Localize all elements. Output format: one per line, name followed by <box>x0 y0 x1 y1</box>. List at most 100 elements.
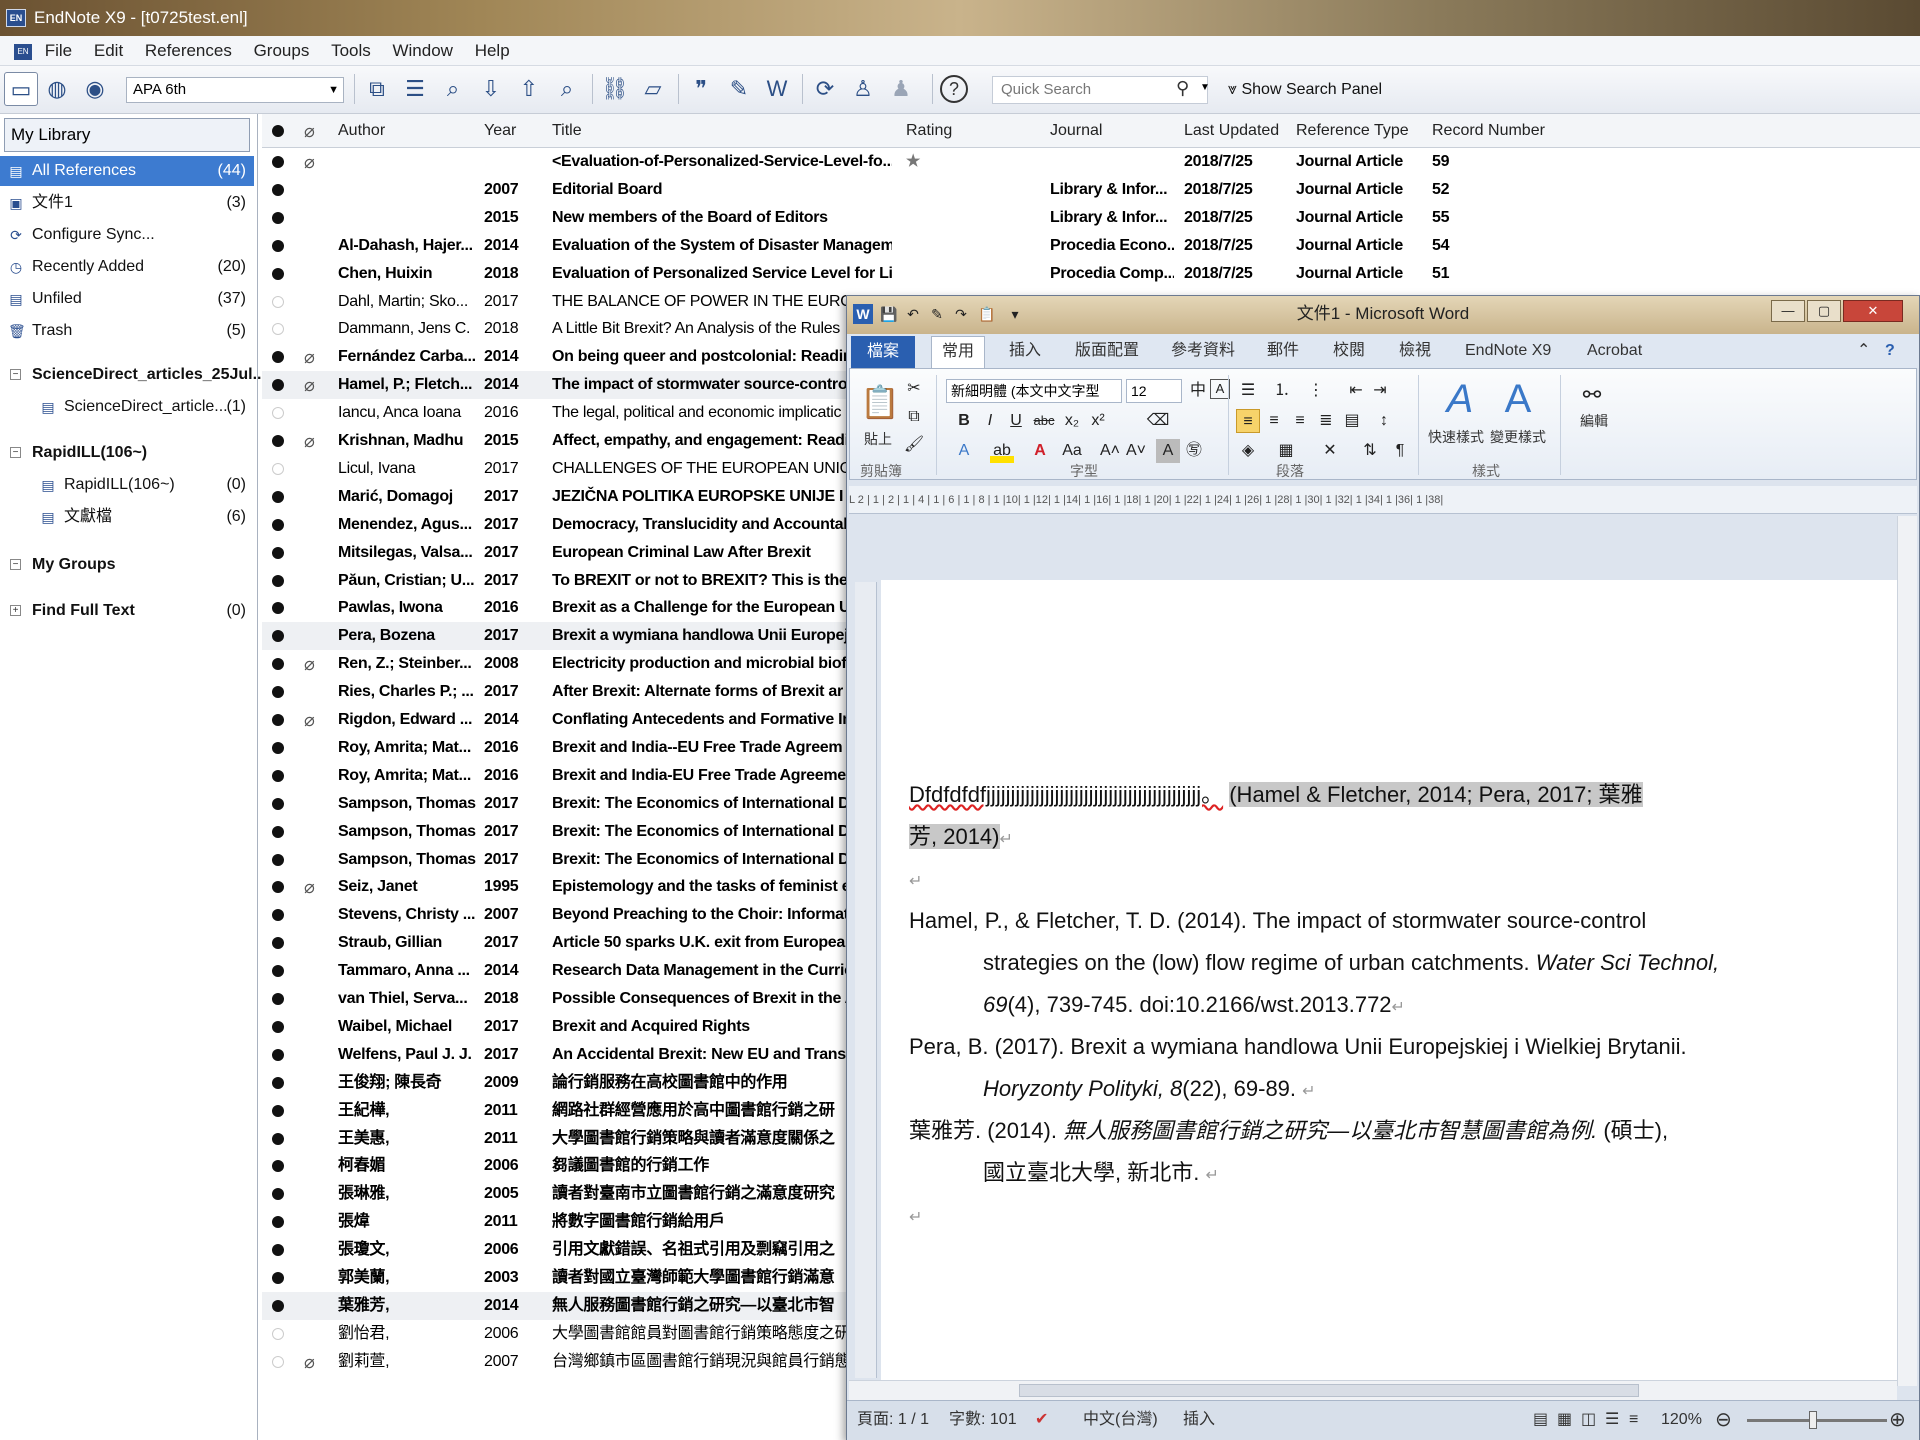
help-icon[interactable]: ? <box>1885 334 1895 368</box>
read-status-icon[interactable] <box>272 379 284 392</box>
subscript-icon[interactable]: x₂ <box>1060 409 1084 433</box>
group-set-sciencedirect[interactable]: − ScienceDirect_articles_25Jul... <box>0 360 266 390</box>
read-status-icon[interactable] <box>272 993 284 1005</box>
open-file-icon[interactable]: ▱ <box>636 72 670 106</box>
bibliography-entry-1[interactable]: Hamel, P., & Fletcher, T. D. (2014). The… <box>909 900 1646 942</box>
read-status-icon[interactable] <box>272 1327 284 1340</box>
align-right-icon[interactable]: ≡ <box>1288 409 1312 433</box>
shrink-font-icon[interactable]: A˅ <box>1124 439 1148 463</box>
copy-icon[interactable]: ⧉ <box>902 405 926 429</box>
column-last-updated[interactable]: Last Updated <box>1184 114 1279 148</box>
align-center-icon[interactable]: ≡ <box>1262 409 1286 433</box>
vertical-ruler[interactable] <box>855 582 877 1378</box>
align-left-icon[interactable]: ≡ <box>1236 409 1260 433</box>
group-recently-added[interactable]: ◷ Recently Added (20) <box>0 252 254 282</box>
menu-help[interactable]: Help <box>475 36 510 66</box>
read-status-icon[interactable] <box>272 1188 284 1201</box>
zoom-slider-thumb[interactable] <box>1809 1411 1817 1429</box>
read-status-icon[interactable] <box>272 518 284 531</box>
edit-icon[interactable]: ✎ <box>927 304 947 324</box>
undo-icon[interactable]: ↶ <box>903 304 923 324</box>
read-status-icon[interactable] <box>272 825 284 838</box>
clear-format-icon[interactable]: ⌫ <box>1146 409 1170 433</box>
attachment-icon[interactable]: ⌀ <box>304 427 315 455</box>
read-status-icon[interactable] <box>272 909 284 922</box>
maximize-icon[interactable]: ▢ <box>1807 300 1841 322</box>
group-set-my-groups[interactable]: − My Groups <box>0 550 254 580</box>
draft-icon[interactable]: ≡ <box>1629 1401 1638 1439</box>
column-author[interactable]: Author <box>338 114 385 148</box>
proofing-icon[interactable]: ✔ <box>1035 1401 1048 1439</box>
expand-icon[interactable]: + <box>10 605 21 616</box>
borders-icon[interactable]: ▦ <box>1274 439 1298 463</box>
empty-paragraph[interactable]: ↵ <box>909 1194 922 1239</box>
online-search-mode-icon[interactable]: ◍ <box>40 72 74 106</box>
attachment-icon[interactable]: ⌀ <box>304 873 315 901</box>
read-status-icon[interactable] <box>272 602 284 615</box>
multilevel-list-icon[interactable]: ⋮ <box>1304 379 1328 403</box>
endnote-menu-icon[interactable]: EN <box>14 43 32 60</box>
read-status-icon[interactable] <box>272 797 284 810</box>
zoom-out-icon[interactable]: ⊖ <box>1715 1401 1732 1439</box>
attachment-column-icon[interactable]: ⌀ <box>304 114 315 148</box>
output-style-select[interactable]: APA 6th ▼ <box>126 77 344 103</box>
web-layout-icon[interactable]: ◫ <box>1581 1401 1596 1439</box>
reference-row[interactable]: 2015 New members of the Board of Editors L… <box>262 204 1920 232</box>
read-status-icon[interactable] <box>272 295 284 308</box>
read-status-icon[interactable] <box>272 1244 284 1257</box>
read-status-icon[interactable] <box>272 965 284 978</box>
attachment-icon[interactable]: ⌀ <box>304 371 315 399</box>
word-app-icon[interactable]: W <box>853 304 873 324</box>
read-status-icon[interactable] <box>272 686 284 699</box>
attachment-icon[interactable]: ⌀ <box>304 148 315 176</box>
read-status-icon[interactable] <box>272 183 284 196</box>
bibliography-entry-2-line2[interactable]: Horyzonty Polityki, 8(22), 69-89. ↵ <box>983 1068 1316 1113</box>
help-icon[interactable]: ? <box>940 75 968 103</box>
paragraph-1-cont[interactable]: 芳, 2014)↵ <box>909 816 1013 861</box>
read-status-icon[interactable] <box>272 714 284 726</box>
menu-tools[interactable]: Tools <box>331 36 371 66</box>
read-status-icon[interactable] <box>272 574 284 587</box>
attachment-icon[interactable]: ⌀ <box>304 650 315 678</box>
vertical-scrollbar[interactable] <box>1897 516 1917 1386</box>
decrease-indent-icon[interactable]: ⇤ <box>1344 379 1368 403</box>
status-language[interactable]: 中文(台灣) <box>1083 1401 1158 1439</box>
binoculars-icon[interactable]: ⚯ <box>1580 383 1604 407</box>
strikethrough-icon[interactable]: abc <box>1032 409 1056 433</box>
group-unfiled[interactable]: ▤ Unfiled (37) <box>0 284 254 314</box>
read-status-icon[interactable] <box>272 323 284 336</box>
attachment-icon[interactable]: ⌀ <box>304 706 315 734</box>
menu-edit[interactable]: Edit <box>94 36 123 66</box>
highlight-icon[interactable]: ab <box>990 439 1014 463</box>
bullets-icon[interactable]: ☰ <box>1236 379 1260 403</box>
read-status-icon[interactable] <box>272 435 284 447</box>
char-border-icon[interactable]: A <box>1210 379 1230 399</box>
collapse-icon[interactable]: − <box>10 369 21 380</box>
find-full-text-icon[interactable]: ⌕ <box>550 72 584 106</box>
read-status-icon[interactable] <box>272 1272 284 1284</box>
save-icon[interactable]: 💾 <box>879 304 899 324</box>
read-status-icon[interactable] <box>272 239 284 252</box>
new-reference-icon[interactable]: ☰ <box>398 72 432 106</box>
cut-icon[interactable]: ✂ <box>902 377 926 401</box>
column-record-number[interactable]: Record Number <box>1432 114 1545 148</box>
online-search-icon[interactable]: ⌕ <box>436 72 470 106</box>
quick-styles-icon[interactable]: A <box>1438 375 1482 423</box>
read-status-icon[interactable] <box>272 1104 284 1117</box>
sort-icon[interactable]: ⇅ <box>1358 439 1382 463</box>
read-status-icon[interactable] <box>272 267 284 280</box>
read-status-icon[interactable] <box>272 630 284 643</box>
show-search-panel-button[interactable]: ⩔ Show Search Panel <box>1228 76 1382 104</box>
read-status-icon[interactable] <box>272 937 284 950</box>
font-name-select[interactable]: 新細明體 (本文中文字型 <box>946 379 1122 403</box>
bibliography-entry-3[interactable]: 葉雅芳. (2014). 無人服務圖書館行銷之研究—以臺北市智慧圖書館為例. (… <box>909 1110 1668 1152</box>
group-sciencedirect-article[interactable]: ▤ ScienceDirect_article... (1) <box>0 392 254 422</box>
read-status-icon[interactable] <box>272 156 284 168</box>
insert-citation-icon[interactable]: ❞ <box>684 72 718 106</box>
column-rating[interactable]: Rating <box>906 114 952 148</box>
read-status-icon[interactable] <box>272 769 284 782</box>
local-library-mode-icon[interactable]: ▭ <box>4 72 38 106</box>
group-literature-file[interactable]: ▤ 文獻檔 (6) <box>0 502 254 532</box>
read-status-icon[interactable] <box>272 211 284 224</box>
citation-field[interactable]: (Hamel & Fletcher, 2014; Pera, 2017; 葉雅 <box>1229 782 1643 807</box>
